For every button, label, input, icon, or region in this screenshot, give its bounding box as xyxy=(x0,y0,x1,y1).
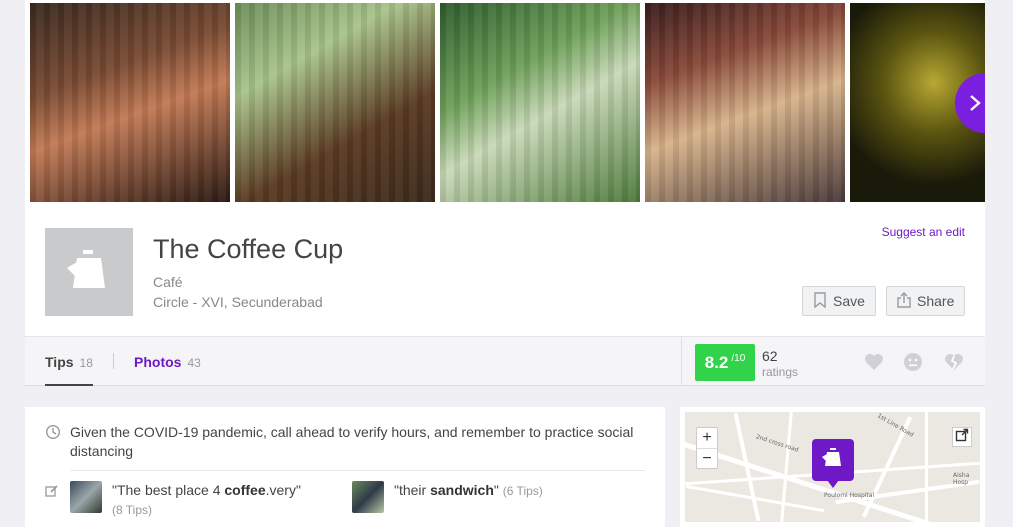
suggest-edit-link[interactable]: Suggest an edit xyxy=(882,225,965,239)
tab-photos-label: Photos xyxy=(134,354,182,370)
tip-count: (6 Tips) xyxy=(502,484,543,498)
venue-address: Circle - XVI, Secunderabad xyxy=(153,294,323,310)
tab-photos[interactable]: Photos 43 xyxy=(134,354,201,370)
divider xyxy=(681,337,682,386)
tip-item[interactable]: "The best place 4 coffee.very" (8 Tips) xyxy=(112,481,312,520)
tab-divider xyxy=(113,353,114,369)
tab-bar: Tips 18 Photos 43 8.2/10 62 ratings xyxy=(25,337,985,386)
venue-photo[interactable] xyxy=(30,3,230,202)
tab-photos-count: 43 xyxy=(187,356,201,370)
zoom-out-button[interactable]: − xyxy=(697,449,717,469)
share-icon xyxy=(897,291,911,311)
tip-item[interactable]: "their sandwich" (6 Tips) xyxy=(394,481,543,501)
map-label: Aisha Hosp xyxy=(953,472,970,486)
map-card: Poulomi Hospital 2nd cross road Aisha Ho… xyxy=(680,407,985,527)
chevron-right-icon xyxy=(969,88,981,119)
venue-logo xyxy=(45,228,133,316)
venue-name: The Coffee Cup xyxy=(153,234,344,264)
map-expand-button[interactable] xyxy=(952,427,972,447)
map-view[interactable]: Poulomi Hospital 2nd cross road Aisha Ho… xyxy=(685,412,980,522)
active-tab-indicator xyxy=(45,384,93,386)
tip-text: .very" xyxy=(265,482,301,498)
venue-photo[interactable] xyxy=(440,3,640,202)
covid-notice: Given the COVID-19 pandemic, call ahead … xyxy=(70,424,634,459)
venue-photo[interactable] xyxy=(645,3,845,202)
save-label: Save xyxy=(833,293,865,309)
venue-category[interactable]: Café xyxy=(153,274,183,290)
tab-tips-label: Tips xyxy=(45,354,74,370)
heart-icon[interactable] xyxy=(863,351,885,373)
map-pin[interactable] xyxy=(812,439,854,488)
bookmark-icon xyxy=(813,291,827,311)
tip-keyword: sandwich xyxy=(430,482,494,498)
tab-tips[interactable]: Tips 18 xyxy=(45,354,93,370)
rating-score: 8.2 xyxy=(704,352,729,372)
map-zoom-control: + − xyxy=(696,427,718,469)
venue-header: The Coffee Cup Café Circle - XVI, Secund… xyxy=(25,207,985,337)
rating-out-of: /10 xyxy=(731,353,746,364)
map-label: Poulomi Hospital xyxy=(824,492,875,499)
avatar[interactable] xyxy=(70,481,102,513)
edit-icon xyxy=(45,484,59,503)
share-button[interactable]: Share xyxy=(886,286,965,316)
tip-count: (8 Tips) xyxy=(112,503,153,517)
ratings-count: 62 xyxy=(762,348,778,364)
broken-heart-icon[interactable] xyxy=(943,351,965,373)
coffee-pot-icon xyxy=(821,446,845,475)
tip-keyword: coffee xyxy=(224,482,266,498)
venue-photo[interactable] xyxy=(235,3,435,202)
rating-badge: 8.2/10 xyxy=(695,344,755,381)
tip-text: "The best place 4 xyxy=(112,482,225,498)
clock-icon xyxy=(45,424,61,445)
divider xyxy=(70,470,645,471)
tips-card: Given the COVID-19 pandemic, call ahead … xyxy=(25,407,665,527)
expand-icon xyxy=(955,428,969,447)
ratings-label: ratings xyxy=(762,365,799,379)
avatar[interactable] xyxy=(352,481,384,513)
map-label: 2nd cross road xyxy=(755,433,800,454)
meh-icon[interactable] xyxy=(902,351,924,373)
tip-text: "their xyxy=(394,482,431,498)
tab-tips-count: 18 xyxy=(79,356,93,370)
coffee-pot-icon xyxy=(63,244,115,301)
photo-strip xyxy=(25,0,985,207)
tip-text: " xyxy=(493,482,499,498)
share-label: Share xyxy=(917,293,955,309)
save-button[interactable]: Save xyxy=(802,286,876,316)
zoom-in-button[interactable]: + xyxy=(697,428,717,448)
